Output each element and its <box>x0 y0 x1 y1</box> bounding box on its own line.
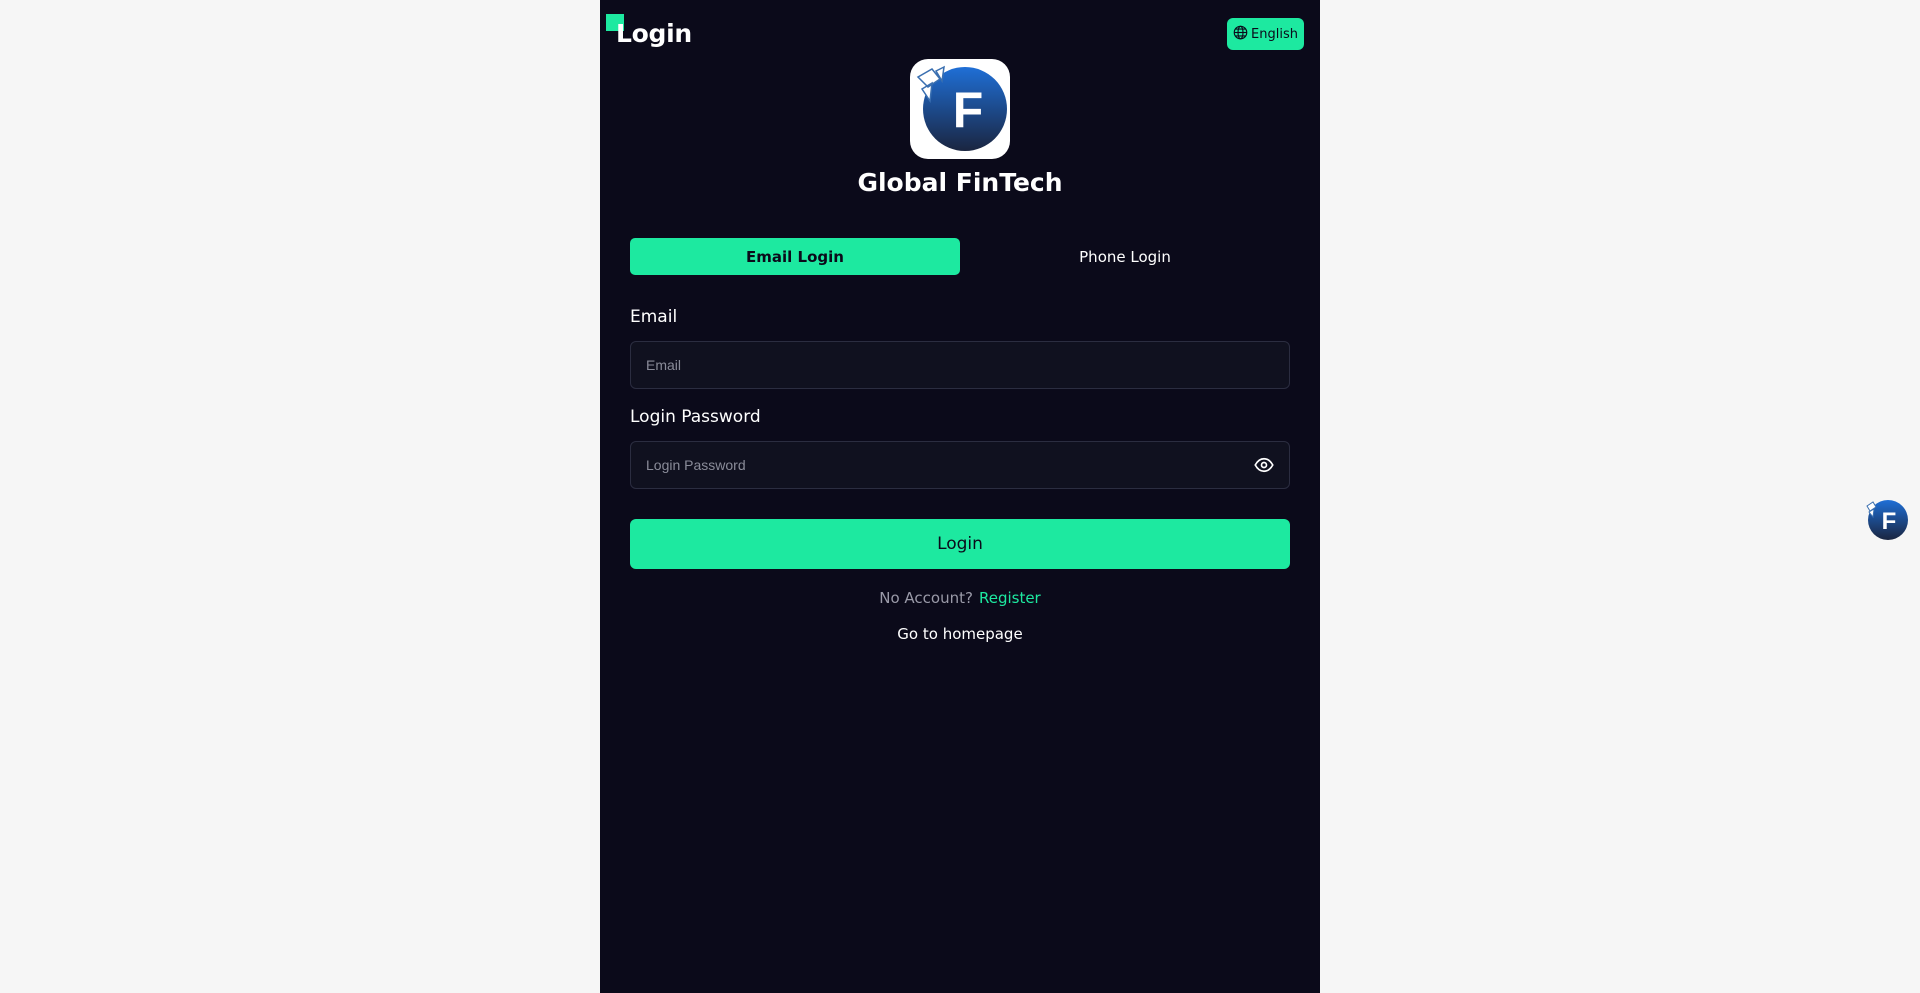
brand-logo: F <box>910 59 1010 159</box>
password-field[interactable] <box>630 441 1290 489</box>
no-account-text: No Account? <box>879 589 973 607</box>
brand-name: Global FinTech <box>857 168 1063 197</box>
tab-email-login[interactable]: Email Login <box>630 238 960 275</box>
eye-icon[interactable] <box>1254 455 1274 475</box>
password-label: Login Password <box>630 407 761 427</box>
register-prompt: No Account? Register <box>600 589 1320 607</box>
floating-logo-letter: F <box>1882 508 1897 535</box>
tab-phone-login[interactable]: Phone Login <box>960 238 1290 275</box>
homepage-link[interactable]: Go to homepage <box>600 625 1320 643</box>
email-input[interactable] <box>646 357 1274 373</box>
email-label: Email <box>630 307 678 327</box>
floating-support-button[interactable]: F <box>1864 498 1908 542</box>
email-field[interactable] <box>630 341 1290 389</box>
language-button[interactable]: English <box>1227 18 1304 50</box>
language-label: English <box>1251 26 1298 42</box>
password-input[interactable] <box>646 457 1254 473</box>
page-title: Login <box>616 19 692 48</box>
login-tabs: Email Login Phone Login <box>630 238 1290 275</box>
register-link[interactable]: Register <box>979 589 1041 607</box>
login-panel: Login English F Global FinTech Email Log… <box>600 0 1320 993</box>
globe-icon <box>1233 25 1248 44</box>
logo-letter: F <box>953 82 984 138</box>
login-button[interactable]: Login <box>630 519 1290 569</box>
